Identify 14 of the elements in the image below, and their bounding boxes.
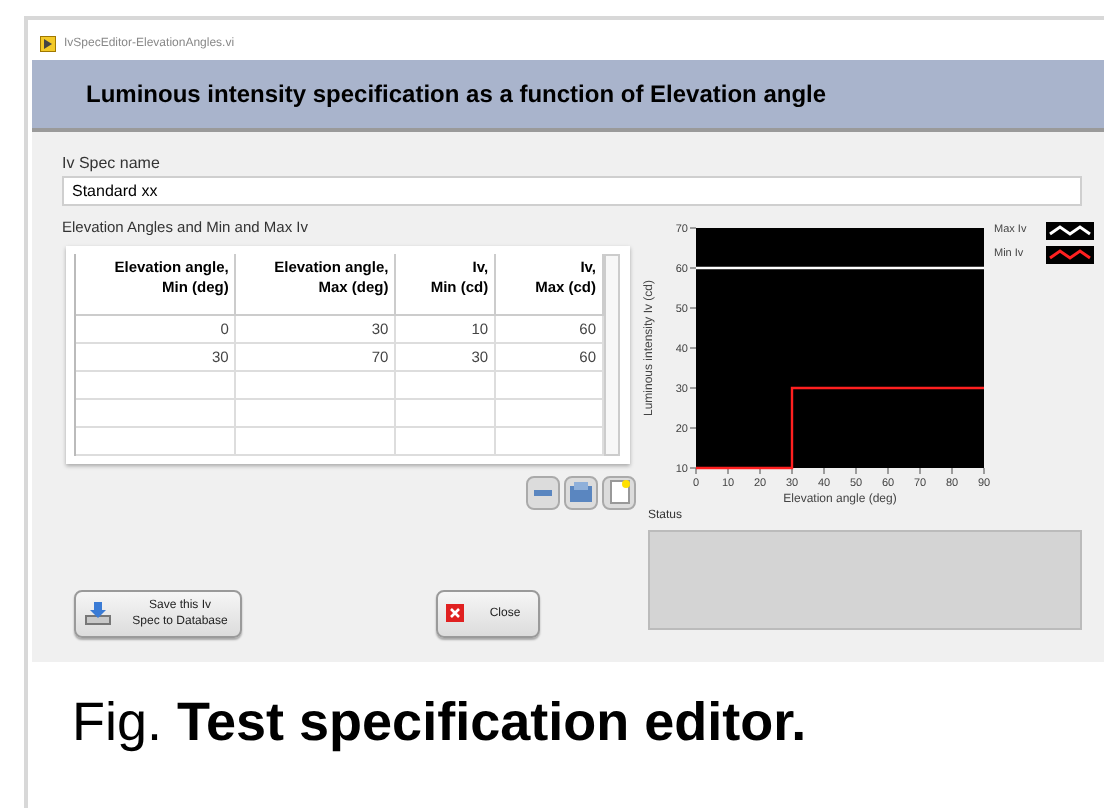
scrollbar[interactable] [604, 254, 620, 456]
folder-icon [570, 482, 592, 503]
delete-row-button[interactable] [526, 475, 560, 510]
copy-row-button[interactable] [564, 475, 598, 510]
minus-icon [534, 489, 552, 496]
figure-caption: Fig. Test specification editor. [72, 690, 809, 756]
app-icon [40, 36, 56, 52]
field-label: Iv Spec name [62, 152, 162, 176]
spec-name-field[interactable]: Standard xx [62, 176, 1082, 206]
new-row-button[interactable] [602, 475, 636, 510]
header-title: Luminous intensity specification as a function of Elevation angle [86, 78, 827, 112]
new-page-icon [609, 480, 629, 505]
close-icon [446, 604, 464, 623]
download-tray-icon [84, 601, 112, 626]
